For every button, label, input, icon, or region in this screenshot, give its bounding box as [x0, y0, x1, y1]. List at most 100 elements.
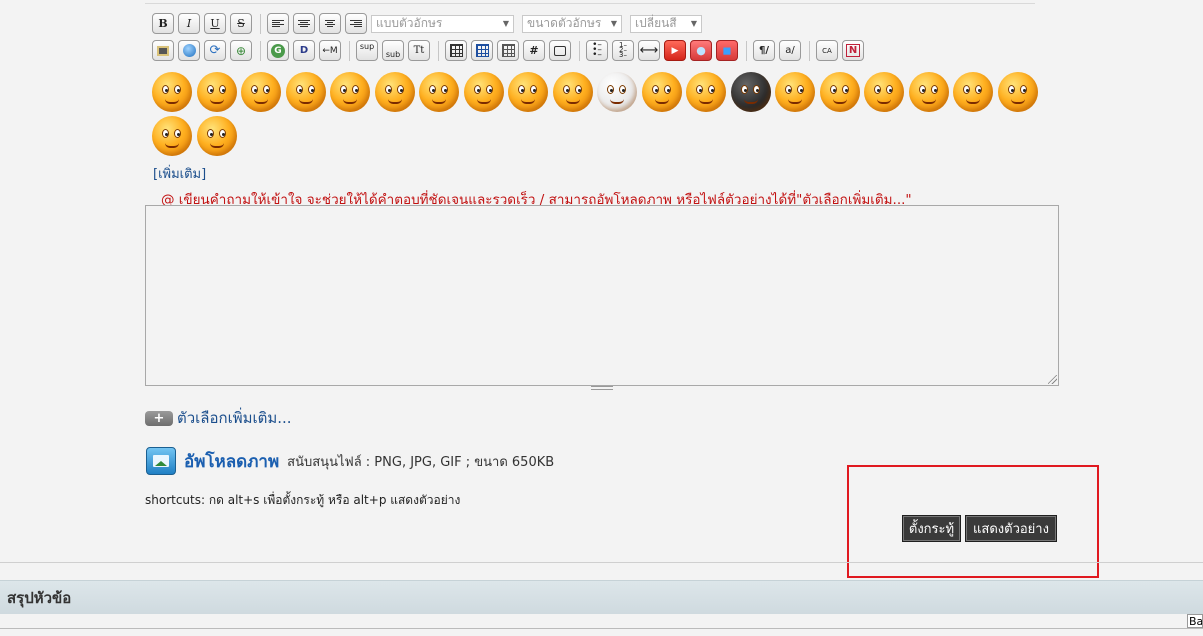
- summary-title: สรุปหัวข้อ: [7, 588, 72, 607]
- resize-handle-icon[interactable]: [1048, 375, 1057, 384]
- emoticon-grin-icon[interactable]: [775, 72, 815, 112]
- chevron-down-icon: ▼: [690, 19, 697, 28]
- email-icon: ←M: [322, 45, 338, 56]
- youtube-icon: ▶: [671, 45, 679, 56]
- insert-link-button[interactable]: [178, 40, 200, 61]
- superscript-icon: sup: [359, 42, 375, 51]
- toolbar-separator: [438, 40, 439, 61]
- upload-image-section: อัพโหลดภาพ สนับสนุนไฟล์ : PNG, JPG, GIF …: [146, 447, 554, 475]
- font-size-icon: Tt: [413, 45, 425, 56]
- emoticon-sweat-icon[interactable]: [285, 72, 326, 112]
- paragraph-button[interactable]: ¶/: [753, 40, 775, 61]
- emoticon-smug-icon[interactable]: [819, 72, 860, 112]
- emoticon-angry-icon[interactable]: [196, 116, 237, 156]
- wiki-button[interactable]: D: [293, 40, 315, 61]
- translate-icon: CA: [822, 46, 832, 55]
- horizontal-rule-icon: ⟷: [639, 43, 659, 58]
- quote-button[interactable]: [549, 40, 571, 61]
- emoticon-panel: [152, 72, 1062, 160]
- underline-button[interactable]: U: [204, 13, 226, 34]
- bold-button[interactable]: B: [152, 13, 174, 34]
- clear-format-icon: N: [845, 44, 861, 57]
- font-size-select-value: ขนาดตัวอักษร: [527, 16, 602, 30]
- keyboard-shortcuts-text: shortcuts: กด alt+s เพื่อตั้งกระทู้ หรือ…: [145, 493, 461, 507]
- strikethrough-button[interactable]: S: [230, 13, 252, 34]
- emoticon-sleepy-icon[interactable]: [641, 72, 682, 112]
- align-justify-button[interactable]: [319, 13, 341, 34]
- clear-format-button[interactable]: N: [842, 40, 864, 61]
- email-button[interactable]: ←M: [319, 40, 341, 61]
- bullet-list-button[interactable]: •– •– •–: [586, 40, 608, 61]
- emoticon-ninja-icon[interactable]: [730, 72, 771, 112]
- message-textarea[interactable]: [145, 205, 1059, 386]
- youtube-button[interactable]: ▶: [664, 40, 686, 61]
- google-search-button[interactable]: G: [267, 40, 289, 61]
- plus-icon[interactable]: +: [145, 410, 173, 426]
- emoticon-confused-icon[interactable]: [864, 72, 904, 112]
- font-size-select[interactable]: ขนาดตัวอักษร ▼: [522, 14, 622, 33]
- attach-button[interactable]: ⊕: [230, 40, 252, 61]
- font-size-button[interactable]: Tt: [408, 40, 430, 61]
- hash-button[interactable]: #: [523, 40, 545, 61]
- preview-button[interactable]: แสดงตัวอย่าง: [965, 515, 1057, 542]
- superscript-button[interactable]: sup: [356, 40, 378, 61]
- spellcheck-button[interactable]: a/: [779, 40, 801, 61]
- emoticon-cry-icon[interactable]: [552, 72, 593, 112]
- table-header-icon: [475, 44, 489, 57]
- emoticon-shocked-icon[interactable]: [508, 72, 548, 112]
- summary-header-bar: สรุปหัวข้อ: [0, 580, 1203, 614]
- emoticon-sad-icon[interactable]: [152, 116, 192, 156]
- emoticon-wink-icon[interactable]: [196, 72, 237, 112]
- color-select[interactable]: เปลี่ยนสี ▼: [630, 14, 702, 33]
- upload-image-icon[interactable]: [146, 447, 176, 475]
- submit-post-button[interactable]: ตั้งกระทู้: [902, 515, 961, 542]
- table-grid-icon: [501, 44, 515, 57]
- upload-file-info: สนับสนุนไฟล์ : PNG, JPG, GIF ; ขนาด 650K…: [287, 454, 555, 470]
- align-justify-icon: [324, 20, 336, 27]
- emoticon-shout-icon[interactable]: [330, 72, 370, 112]
- refresh-button[interactable]: ⟳: [204, 40, 226, 61]
- emoticon-happy-icon[interactable]: [152, 72, 192, 112]
- color-select-value: เปลี่ยนสี: [635, 16, 677, 30]
- emoticon-crazy-icon[interactable]: [908, 72, 949, 112]
- insert-image-button[interactable]: [152, 40, 174, 61]
- spellcheck-icon: a/: [785, 45, 795, 56]
- upload-image-link[interactable]: อัพโหลดภาพ: [184, 448, 279, 475]
- numbered-list-icon: 1– 2– 3–: [619, 41, 627, 59]
- emoticon-yawn-icon[interactable]: [953, 72, 993, 112]
- refresh-icon: ⟳: [209, 43, 221, 58]
- translate-button[interactable]: CA: [816, 40, 838, 61]
- emoticon-surprised-icon[interactable]: [241, 72, 281, 112]
- textarea-grip-handle[interactable]: [591, 386, 613, 390]
- emoticon-dizzy-icon[interactable]: [686, 72, 726, 112]
- align-center-button[interactable]: [293, 13, 315, 34]
- media-button[interactable]: ◼: [716, 40, 738, 61]
- attach-icon: ⊕: [235, 43, 247, 58]
- emoticon-ghost-icon[interactable]: [597, 72, 637, 112]
- more-options-label[interactable]: ตัวเลือกเพิ่มเติม...: [177, 406, 292, 430]
- insert-table-button[interactable]: [445, 40, 467, 61]
- insert-table-grid-button[interactable]: [497, 40, 519, 61]
- bottom-divider: [0, 628, 1203, 629]
- insert-table-header-button[interactable]: [471, 40, 493, 61]
- emoticon-laugh-icon[interactable]: [419, 72, 459, 112]
- globe-link-icon: [182, 44, 196, 57]
- more-emoticons-link[interactable]: [เพิ่มเติม]: [153, 163, 206, 184]
- corner-tab[interactable]: Ba: [1187, 614, 1203, 628]
- align-left-button[interactable]: [267, 13, 289, 34]
- font-family-select[interactable]: แบบตัวอักษร ▼: [371, 14, 514, 33]
- subscript-button[interactable]: sub: [382, 40, 404, 61]
- paragraph-icon: ¶/: [758, 45, 769, 56]
- italic-button[interactable]: I: [178, 13, 200, 34]
- chevron-down-icon: ▼: [610, 19, 617, 28]
- emoticon-cool-icon[interactable]: [463, 72, 504, 112]
- numbered-list-button[interactable]: 1– 2– 3–: [612, 40, 634, 61]
- emoticon-annoyed-icon[interactable]: [997, 72, 1038, 112]
- video-button[interactable]: ●: [690, 40, 712, 61]
- align-right-button[interactable]: [345, 13, 367, 34]
- align-center-icon: [298, 20, 310, 27]
- insert-toolbar: ⟳ ⊕ G D ←M sup sub Tt # •– •– •– 1– 2– 3– ⟷ …: [152, 40, 868, 61]
- more-options-toggle[interactable]: + ตัวเลือกเพิ่มเติม...: [145, 406, 292, 430]
- emoticon-love-icon[interactable]: [374, 72, 415, 112]
- horizontal-rule-button[interactable]: ⟷: [638, 40, 660, 61]
